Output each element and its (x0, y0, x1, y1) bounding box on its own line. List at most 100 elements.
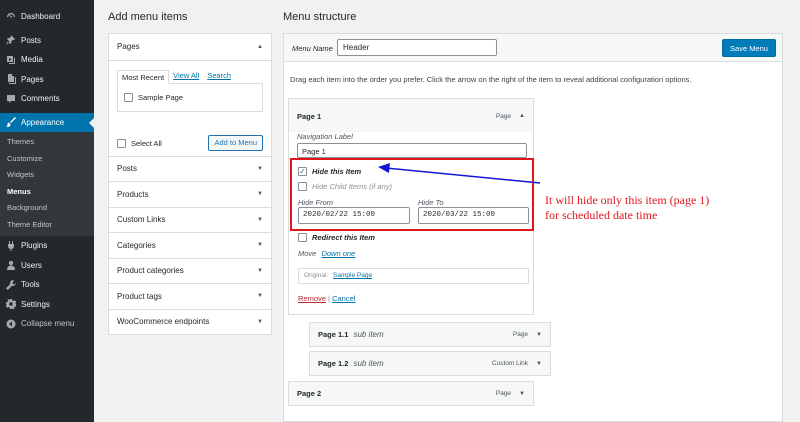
menu-item-handle[interactable]: Page 2 Page ▼ (289, 382, 533, 405)
chevron-down-icon: ▼ (257, 242, 263, 249)
chevron-down-icon[interactable]: ▼ (536, 361, 542, 367)
item-actions: Remove | Cancel (298, 294, 355, 303)
menu-item-title: Page 1 (297, 111, 322, 121)
submenu-item-menus[interactable]: Menus (0, 184, 94, 201)
collapse-icon (6, 319, 16, 329)
accordion-pages-header[interactable]: Pages ▲ (109, 34, 271, 60)
menu-item-page-1-2[interactable]: Page 1.2 sub item Custom Link ▼ (309, 351, 551, 376)
sidebar-item-tools[interactable]: Tools (0, 275, 94, 295)
remove-link[interactable]: Remove (298, 294, 326, 303)
menu-item-type: Custom Link (491, 360, 529, 367)
admin-sidebar: Dashboard Posts Media Pages Comments App… (0, 0, 94, 422)
move-row: Move Down one (298, 249, 355, 258)
annotation-line-2: for scheduled date time (545, 208, 658, 222)
menu-header: Menu Name Header Save Menu (284, 34, 782, 62)
select-all: Select All (117, 138, 162, 148)
chevron-down-icon: ▼ (257, 216, 263, 223)
appearance-submenu: Themes Customize Widgets Menus Backgroun… (0, 132, 94, 236)
accordion-woocommerce-endpoints-header[interactable]: WooCommerce endpoints ▼ (109, 308, 271, 335)
sidebar-item-label: Posts (21, 35, 42, 45)
settings-icon (6, 299, 16, 310)
add-to-menu-button[interactable]: Add to Menu (208, 134, 263, 151)
chevron-down-icon: ▼ (257, 267, 263, 274)
cancel-link[interactable]: Cancel (332, 294, 355, 303)
sidebar-item-comments[interactable]: Comments (0, 89, 94, 109)
menu-name-input[interactable]: Header (337, 39, 497, 56)
sidebar-item-plugins[interactable]: Plugins (0, 236, 94, 256)
sidebar-item-label: Comments (21, 94, 60, 104)
page-icon (6, 74, 16, 85)
submenu-item-themes[interactable]: Themes (0, 134, 94, 151)
tab-view-all[interactable]: View All (169, 69, 203, 83)
navigation-label-input[interactable]: Page 1 (297, 143, 527, 158)
accordion-categories-header[interactable]: Categories ▼ (109, 232, 271, 258)
brush-icon (6, 117, 16, 128)
sidebar-item-dashboard[interactable]: Dashboard (0, 7, 94, 27)
select-all-label: Select All (131, 138, 162, 148)
sidebar-item-posts[interactable]: Posts (0, 31, 94, 51)
chevron-up-icon: ▲ (257, 43, 263, 50)
most-recent-panel: Sample Page (117, 82, 263, 112)
wrench-icon (6, 279, 16, 290)
pages-tabs: Most Recent View All Search (117, 69, 263, 84)
menu-item-type: Page (495, 390, 512, 397)
accordion-custom-links-header[interactable]: Custom Links ▼ (109, 206, 271, 233)
sidebar-item-pages[interactable]: Pages (0, 70, 94, 90)
tab-search[interactable]: Search (203, 69, 235, 83)
chevron-down-icon[interactable]: ▼ (519, 391, 525, 397)
comment-icon (6, 94, 16, 104)
menu-instructions: Drag each item into the order you prefer… (290, 75, 692, 84)
menu-item-handle[interactable]: Page 1 Page ▲ (289, 99, 533, 133)
save-menu-button[interactable]: Save Menu (722, 39, 776, 57)
redirect-option: Redirect this Item (298, 233, 375, 242)
menu-item-handle[interactable]: Page 1.1 sub item Page ▼ (310, 323, 550, 346)
move-down-link[interactable]: Down one (321, 249, 355, 258)
menu-item-title: Page 1.2 (318, 359, 349, 368)
accordion-title: Pages (117, 42, 140, 52)
submenu-item-widgets[interactable]: Widgets (0, 167, 94, 184)
menu-item-title: Page 1.1 (318, 330, 349, 339)
accordion-product-categories-header[interactable]: Product categories ▼ (109, 257, 271, 284)
sidebar-item-label: Dashboard (21, 12, 61, 22)
submenu-item-theme-editor[interactable]: Theme Editor (0, 217, 94, 234)
add-menu-items-accordion: Pages ▲ Most Recent View All Search Samp… (108, 33, 272, 335)
chevron-down-icon: ▼ (257, 318, 263, 325)
sidebar-item-label: Settings (21, 299, 50, 309)
menu-item-page-2[interactable]: Page 2 Page ▼ (288, 381, 534, 406)
highlight-box (290, 158, 534, 231)
sidebar-item-settings[interactable]: Settings (0, 295, 94, 315)
accordion-posts-header[interactable]: Posts ▼ (109, 155, 271, 182)
annotation-line-1: It will hide only this item (page 1) (545, 193, 710, 207)
chevron-down-icon[interactable]: ▼ (536, 332, 542, 338)
submenu-item-background[interactable]: Background (0, 200, 94, 217)
sidebar-item-users[interactable]: Users (0, 256, 94, 276)
accordion-title: Categories (117, 240, 156, 250)
accordion-title: Custom Links (117, 215, 166, 225)
submenu-item-customize[interactable]: Customize (0, 151, 94, 168)
annotation-text: It will hide only this item (page 1) for… (545, 193, 709, 223)
sidebar-item-appearance[interactable]: Appearance (0, 112, 94, 132)
menu-item-type: Page (512, 331, 529, 338)
original-link-box: Original: Sample Page (298, 268, 529, 284)
redirect-checkbox[interactable] (298, 233, 307, 242)
dashboard-icon (6, 12, 16, 22)
chevron-down-icon: ▼ (257, 165, 263, 172)
redirect-label: Redirect this Item (312, 233, 375, 242)
accordion-title: WooCommerce endpoints (117, 317, 210, 327)
menu-item-handle[interactable]: Page 1.2 sub item Custom Link ▼ (310, 352, 550, 375)
sample-page-checkbox[interactable] (124, 92, 133, 102)
sidebar-item-media[interactable]: Media (0, 50, 94, 70)
chevron-up-icon[interactable]: ▲ (519, 113, 525, 119)
menu-item-page-1[interactable]: Page 1 Page ▲ (288, 98, 534, 134)
menu-name-label: Menu Name (292, 44, 333, 53)
accordion-product-tags-header[interactable]: Product tags ▼ (109, 283, 271, 309)
accordion-products-header[interactable]: Products ▼ (109, 181, 271, 207)
select-all-checkbox[interactable] (117, 138, 126, 148)
accordion-title: Product categories (117, 266, 184, 276)
collapse-menu-button[interactable]: Collapse menu (0, 314, 94, 334)
menu-item-page-1-1[interactable]: Page 1.1 sub item Page ▼ (309, 322, 551, 347)
tab-most-recent[interactable]: Most Recent (117, 69, 170, 84)
original-page-link[interactable]: Sample Page (333, 272, 372, 279)
menu-item-title: Page 2 (297, 389, 322, 398)
menu-item-subtitle: sub item (353, 359, 384, 368)
